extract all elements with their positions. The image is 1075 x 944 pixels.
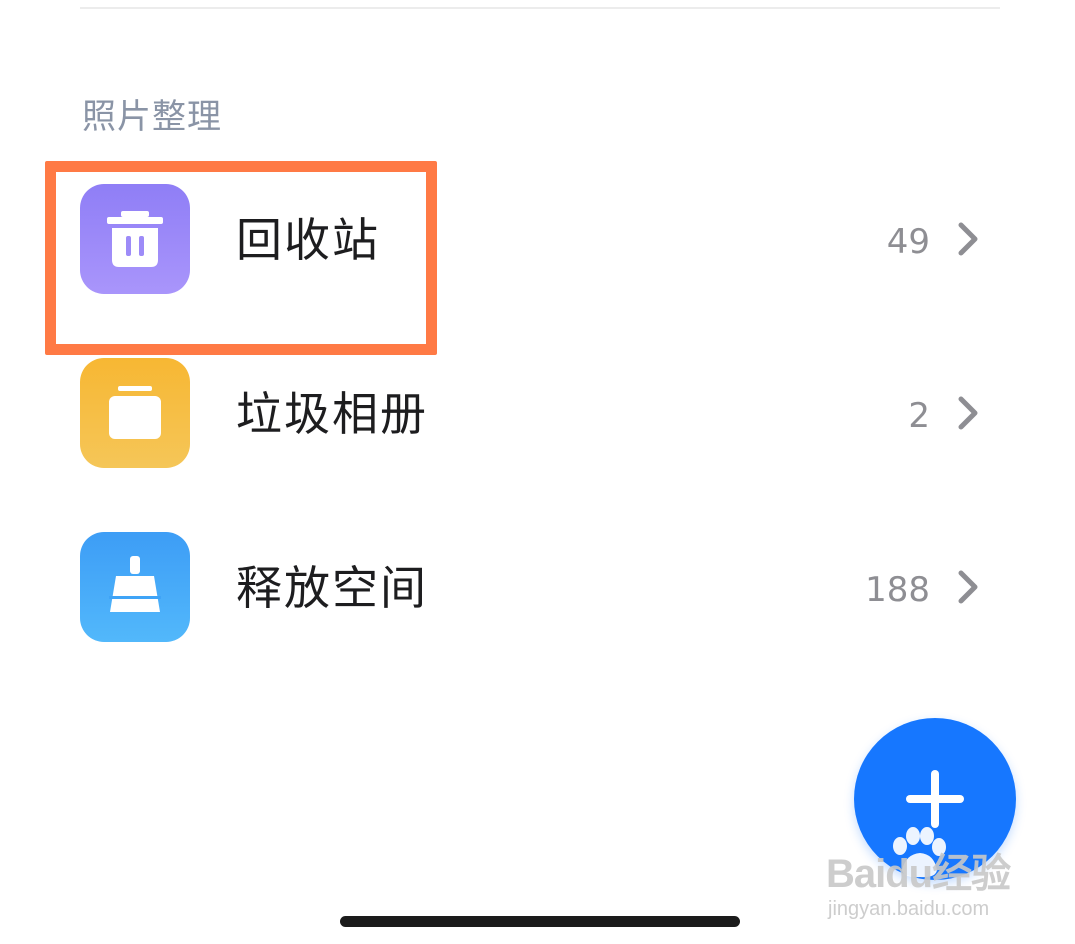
chevron-right-icon (958, 222, 978, 256)
row-count: 49 (886, 222, 930, 262)
row-count: 188 (865, 570, 930, 610)
row-label: 释放空间 (236, 561, 428, 615)
list-item-junk-album[interactable]: 垃圾相册 2 (80, 358, 1000, 468)
chevron-right-icon (958, 570, 978, 604)
list-item-free-space[interactable]: 释放空间 188 (80, 532, 1000, 642)
album-icon (80, 358, 190, 468)
highlight-annotation (45, 161, 437, 355)
watermark-url: jingyan.baidu.com (828, 898, 990, 920)
row-count: 2 (908, 396, 930, 436)
chevron-right-icon (958, 396, 978, 430)
section-title: 照片整理 (82, 97, 222, 137)
broom-icon (80, 532, 190, 642)
plus-icon (906, 770, 964, 828)
top-divider (80, 7, 1000, 9)
home-indicator[interactable] (340, 916, 740, 927)
row-label: 垃圾相册 (236, 387, 428, 441)
watermark-brand: Baidu经验 (826, 852, 1011, 896)
watermark: Baidu经验 jingyan.baidu.com (824, 822, 1024, 922)
